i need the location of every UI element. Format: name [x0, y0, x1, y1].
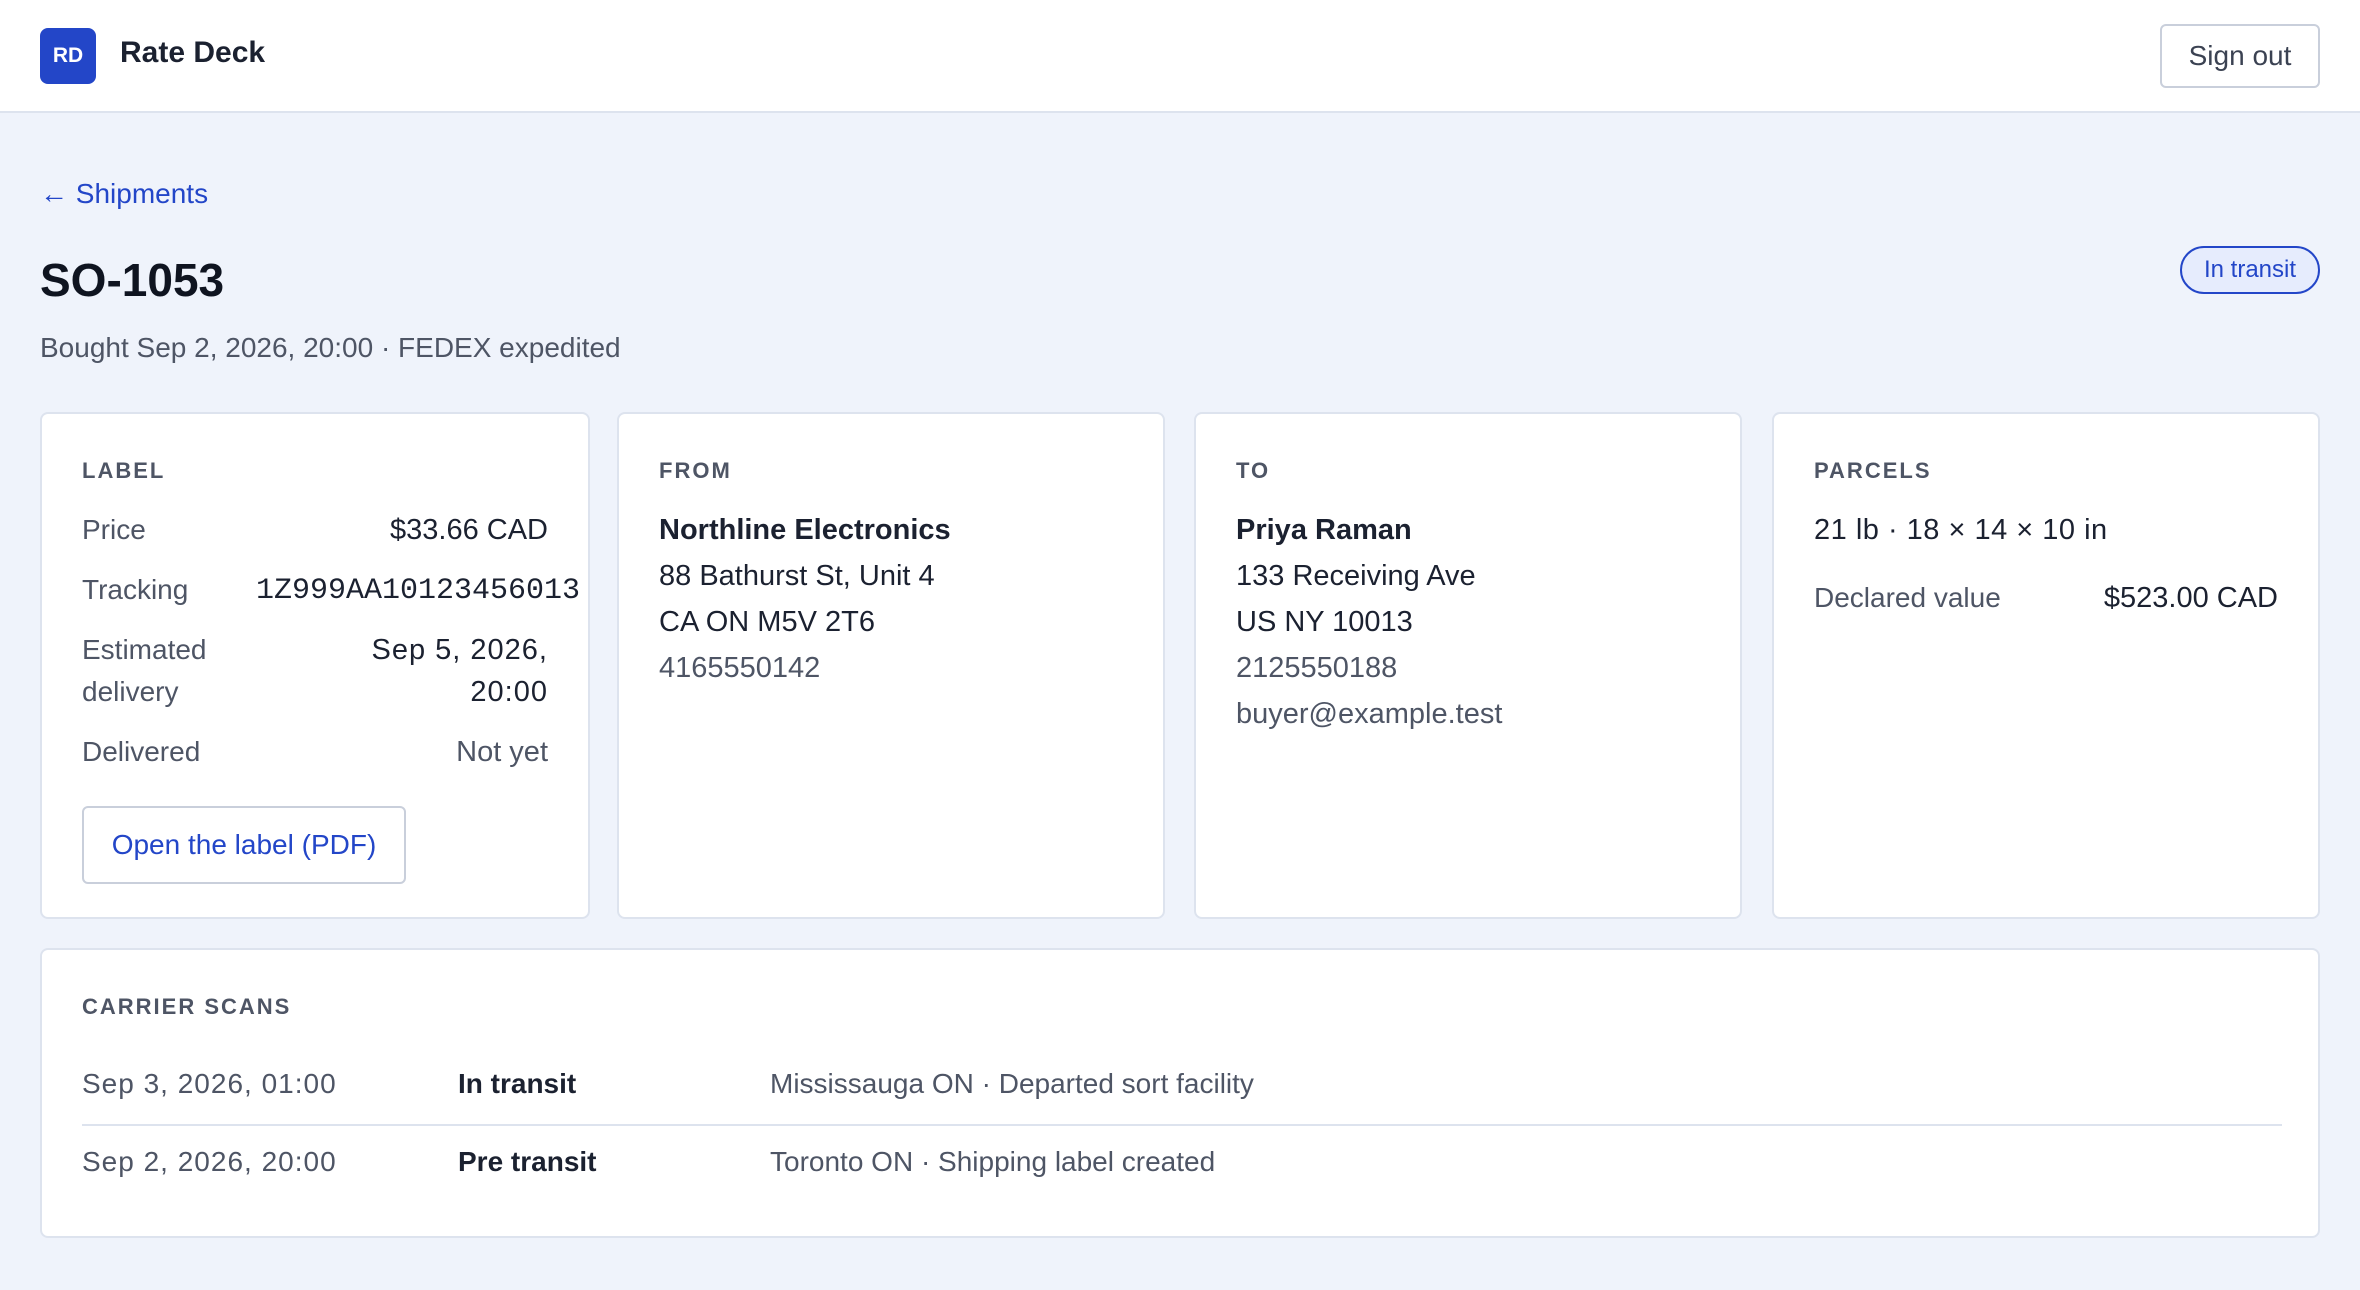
parcels-card-heading: PARCELS: [1814, 458, 1932, 483]
scan-divider: [82, 1124, 2282, 1126]
page-subtitle: Bought Sep 2, 2026, 20:00 · FEDEX expedi…: [40, 332, 621, 363]
to-email: buyer@example.test: [1236, 698, 1503, 730]
carrier-scans-heading: CARRIER SCANS: [82, 994, 292, 1019]
declared-value-label: Declared value: [1814, 582, 2001, 613]
app-name: Rate Deck: [120, 36, 266, 69]
estimated-delivery-label-line1: Estimated: [82, 634, 207, 665]
to-card: TO Priya Raman 133 Receiving Ave US NY 1…: [1194, 412, 1742, 919]
arrow-left-icon: ←: [40, 178, 68, 209]
estimated-delivery-value-line2: 20:00: [470, 676, 548, 708]
to-street: 133 Receiving Ave: [1236, 560, 1476, 592]
price-value: $33.66 CAD: [390, 514, 548, 546]
price-label: Price: [82, 514, 146, 545]
scan-status: In transit: [458, 1068, 577, 1099]
delivered-label: Delivered: [82, 736, 201, 767]
from-card-heading: FROM: [659, 458, 732, 483]
scan-description: Toronto ON · Shipping label created: [770, 1146, 1216, 1177]
to-card-heading: TO: [1236, 458, 1271, 483]
from-phone: 4165550142: [659, 652, 821, 684]
tracking-label: Tracking: [82, 574, 189, 605]
from-region: CA ON M5V 2T6: [659, 606, 875, 638]
parcel-summary: 21 lb · 18 × 14 × 10 in: [1814, 514, 2108, 546]
scan-description: Mississauga ON · Departed sort facility: [770, 1068, 1254, 1099]
app-logo: RD: [40, 28, 96, 84]
parcels-card: PARCELS 21 lb · 18 × 14 × 10 in Declared…: [1772, 412, 2320, 919]
scan-date: Sep 2, 2026, 20:00: [82, 1146, 337, 1177]
carrier-scans-card: CARRIER SCANS Sep 3, 2026, 01:00 In tran…: [40, 948, 2320, 1238]
declared-value: $523.00 CAD: [2103, 582, 2278, 614]
label-card-heading: LABEL: [82, 458, 166, 483]
page-title: SO-1053: [40, 254, 225, 306]
from-card: FROM Northline Electronics 88 Bathurst S…: [617, 412, 1165, 919]
top-bar: RD Rate Deck Sign out: [0, 0, 2360, 113]
to-name: Priya Raman: [1236, 514, 1412, 546]
scan-date: Sep 3, 2026, 01:00: [82, 1068, 337, 1099]
from-street: 88 Bathurst St, Unit 4: [659, 560, 935, 592]
estimated-delivery-label-line2: delivery: [82, 676, 179, 707]
tracking-number: 1Z999AA10123456013: [255, 574, 580, 608]
back-to-shipments-link[interactable]: ← Shipments: [40, 178, 208, 210]
estimated-delivery-value-line1: Sep 5, 2026,: [371, 634, 548, 666]
to-phone: 2125550188: [1236, 652, 1398, 684]
from-name: Northline Electronics: [659, 514, 951, 546]
label-card: LABEL Price $33.66 CAD Tracking 1Z999AA1…: [40, 412, 590, 919]
delivered-value: Not yet: [456, 736, 548, 768]
back-link-label: Shipments: [75, 178, 209, 209]
open-label-pdf-button[interactable]: Open the label (PDF): [82, 806, 406, 884]
scan-status: Pre transit: [458, 1146, 597, 1177]
sign-out-button[interactable]: Sign out: [2160, 24, 2320, 88]
to-region: US NY 10013: [1236, 606, 1413, 638]
status-badge: In transit: [2180, 246, 2320, 294]
